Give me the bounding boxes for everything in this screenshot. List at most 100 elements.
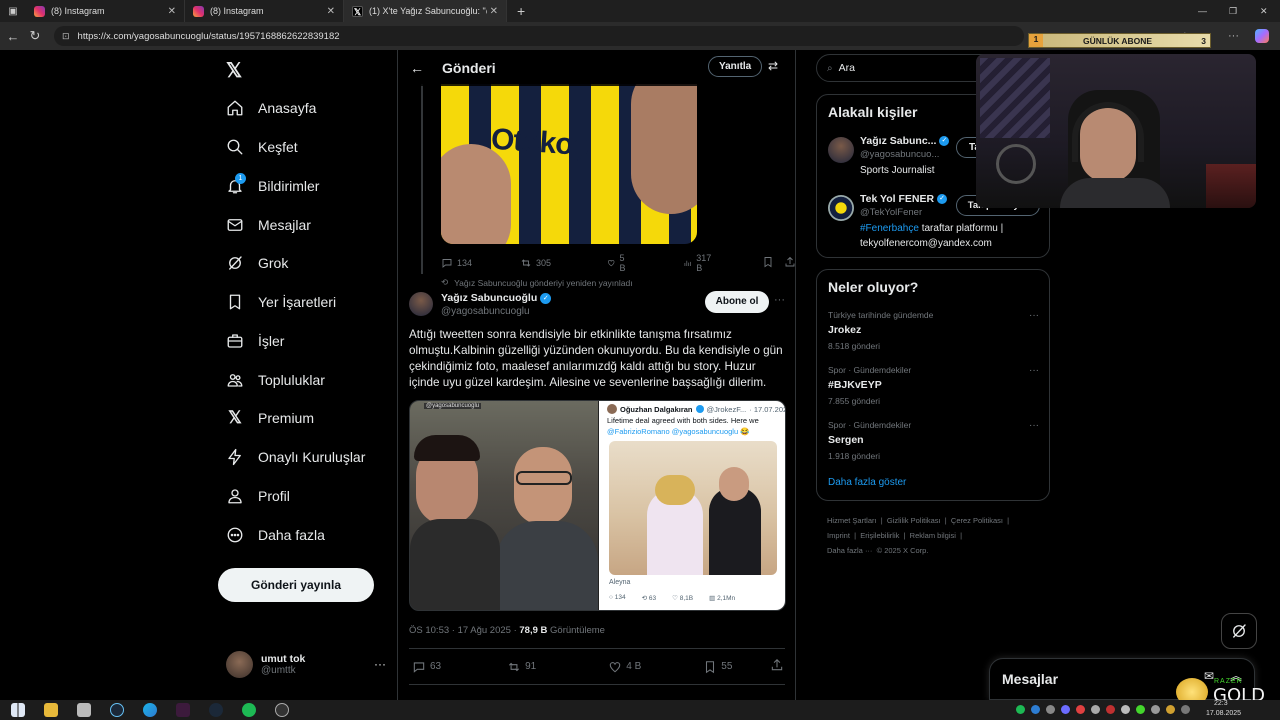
share-icon[interactable]: [770, 658, 784, 675]
tray-icon[interactable]: [1151, 705, 1160, 714]
tray-icon[interactable]: [1106, 705, 1115, 714]
views-count: 78,9 B: [519, 625, 548, 636]
tray-icon[interactable]: [1166, 705, 1175, 714]
footer-line[interactable]: Imprint | Erişilebilirlik | Reklam bilgi…: [827, 528, 1047, 543]
trend-item[interactable]: Spor · Gündemdekiler Sergen 1.918 gönder…: [828, 420, 1043, 462]
windows-start-icon[interactable]: [11, 703, 25, 717]
steam-icon[interactable]: [110, 703, 124, 717]
tray-icon[interactable]: [1136, 705, 1145, 714]
nav-item-communities[interactable]: Topluluklar: [226, 366, 325, 394]
back-arrow-icon[interactable]: ←: [410, 60, 424, 76]
nav-item-profile[interactable]: Profil: [226, 482, 290, 510]
mail-icon: [227, 219, 243, 231]
more-options-icon[interactable]: ···: [1029, 310, 1039, 321]
back-icon[interactable]: ←: [2, 29, 24, 44]
trend-item[interactable]: Türkiye tarihinde gündemde Jrokez 8.518 …: [828, 310, 1043, 352]
nav-item-more[interactable]: Daha fazla: [226, 521, 325, 549]
trend-item[interactable]: Spor · Gündemdekiler #BJKvEYP 7.855 gönd…: [828, 365, 1043, 407]
nav-item-notifications[interactable]: 1 Bildirimler: [226, 172, 319, 200]
x-icon: 𝕏: [228, 408, 242, 427]
reply-button[interactable]: Yanıtla: [708, 56, 763, 77]
tray-icon[interactable]: [1016, 705, 1025, 714]
filter-icon[interactable]: ⇄: [768, 59, 778, 73]
embedded-caption: Aleyna: [609, 579, 631, 586]
footer-line[interactable]: Hizmet Şartları | Gizlilik Politikası | …: [827, 513, 1047, 528]
tray-icon[interactable]: [1091, 705, 1100, 714]
clock-date[interactable]: 17.08.2025: [1206, 710, 1241, 717]
close-tab-icon[interactable]: ✕: [327, 6, 335, 17]
close-tab-icon[interactable]: ✕: [168, 6, 176, 17]
account-switcher[interactable]: umut tok @umttk ···: [226, 646, 386, 682]
more-options-icon[interactable]: ···: [1029, 365, 1039, 376]
nav-item-jobs[interactable]: İşler: [226, 327, 284, 355]
nav-item-explore[interactable]: Keşfet: [226, 133, 298, 161]
browser-tab-active[interactable]: 𝕏 (1) X'te Yağız Sabuncuoğlu: "@Te ✕: [344, 0, 507, 22]
nav-item-messages[interactable]: Mesajlar: [226, 211, 311, 239]
tray-icon[interactable]: [1121, 705, 1130, 714]
reply-action[interactable]: 134: [441, 257, 472, 269]
more-options-icon[interactable]: ···: [1029, 420, 1039, 431]
refresh-icon[interactable]: ↻: [24, 28, 46, 44]
steam-icon[interactable]: [209, 703, 223, 717]
clock-time[interactable]: 22:3: [1214, 700, 1228, 707]
jacket-shape: [410, 519, 500, 610]
like-action[interactable]: 5 B: [607, 253, 629, 273]
browser-tab[interactable]: (8) Instagram ✕: [26, 0, 185, 22]
subscribe-button[interactable]: Abone ol: [705, 291, 769, 313]
tray-icon[interactable]: [1076, 705, 1085, 714]
more-icon[interactable]: ···: [374, 657, 386, 671]
maximize-icon[interactable]: ❐: [1229, 6, 1237, 17]
bookmark-icon[interactable]: [762, 256, 774, 270]
previous-tweet-image[interactable]: Otokoç: [441, 84, 697, 244]
person-name: Tek Yol FENER: [860, 193, 935, 205]
author-handle[interactable]: @yagosabuncuoglu: [441, 306, 530, 317]
new-message-icon[interactable]: ✉: [1204, 669, 1214, 683]
app-icon[interactable]: [176, 703, 190, 717]
file-explorer-icon[interactable]: [44, 703, 58, 717]
spotify-icon[interactable]: [242, 703, 256, 717]
timestamp-text[interactable]: ÖS 10:53 · 17 Ağu 2025 ·: [409, 625, 519, 636]
nav-item-bookmarks[interactable]: Yer İşaretleri: [226, 288, 336, 316]
obs-icon[interactable]: [275, 703, 289, 717]
views-action[interactable]: 317 B: [683, 253, 714, 273]
tray-icon[interactable]: [1031, 705, 1040, 714]
close-tab-icon[interactable]: ✕: [490, 6, 498, 17]
nav-item-premium[interactable]: 𝕏 Premium: [226, 404, 314, 432]
post-button[interactable]: Gönderi yayınla: [218, 568, 374, 602]
author-name-row[interactable]: Yağız Sabuncuoğlu ✓: [441, 292, 552, 304]
retweet-action[interactable]: 91: [507, 660, 536, 674]
author-avatar[interactable]: [409, 292, 433, 316]
hashtag-link[interactable]: #Fenerbahçe: [860, 223, 919, 234]
store-icon[interactable]: [77, 703, 91, 717]
share-icon[interactable]: [784, 256, 795, 270]
site-info-icon[interactable]: ⊡: [62, 31, 70, 42]
retweet-action[interactable]: 305: [520, 257, 551, 269]
close-window-icon[interactable]: ✕: [1260, 6, 1268, 17]
embedded-tweet-screenshot[interactable]: Oğuzhan Dalgakıran @JrokezF... · 17.07.2…: [599, 401, 785, 610]
like-action[interactable]: 4 B: [608, 660, 641, 674]
url-field[interactable]: ⊡ https://x.com/yagosabuncuoglu/status/1…: [54, 26, 1024, 46]
bookmark-action[interactable]: 55: [703, 660, 732, 674]
show-more-link[interactable]: Daha fazla göster: [828, 477, 906, 488]
tray-icon[interactable]: [1181, 705, 1190, 714]
nav-item-home[interactable]: Anasayfa: [226, 94, 316, 122]
edge-icon[interactable]: [143, 703, 157, 717]
nav-item-verified-orgs[interactable]: Onaylı Kuruluşlar: [226, 443, 365, 471]
x-logo-icon[interactable]: 𝕏: [226, 58, 242, 83]
minimize-icon[interactable]: —: [1198, 6, 1207, 16]
browser-tab[interactable]: (8) Instagram ✕: [185, 0, 344, 22]
reply-action[interactable]: 63: [412, 660, 441, 674]
new-tab-icon[interactable]: +: [517, 3, 525, 19]
more-options-icon[interactable]: ···: [774, 294, 785, 306]
tray-icon[interactable]: [1061, 705, 1070, 714]
footer-line[interactable]: Daha fazla ··· © 2025 X Corp.: [827, 543, 1047, 558]
grok-button[interactable]: [1221, 613, 1257, 649]
tweet-media[interactable]: @yagosabuncuoglu Oğuzhan Dalgakıran @Jro…: [409, 400, 786, 611]
copilot-icon[interactable]: [1255, 29, 1269, 43]
trend-title: Jrokez: [828, 324, 862, 336]
tray-icon[interactable]: [1046, 705, 1055, 714]
selfie-photo[interactable]: @yagosabuncuoglu: [410, 401, 598, 610]
browser-menu-icon[interactable]: ···: [1228, 30, 1239, 42]
nav-item-grok[interactable]: Grok: [226, 249, 288, 277]
window-menu-icon[interactable]: ▣: [0, 6, 26, 17]
